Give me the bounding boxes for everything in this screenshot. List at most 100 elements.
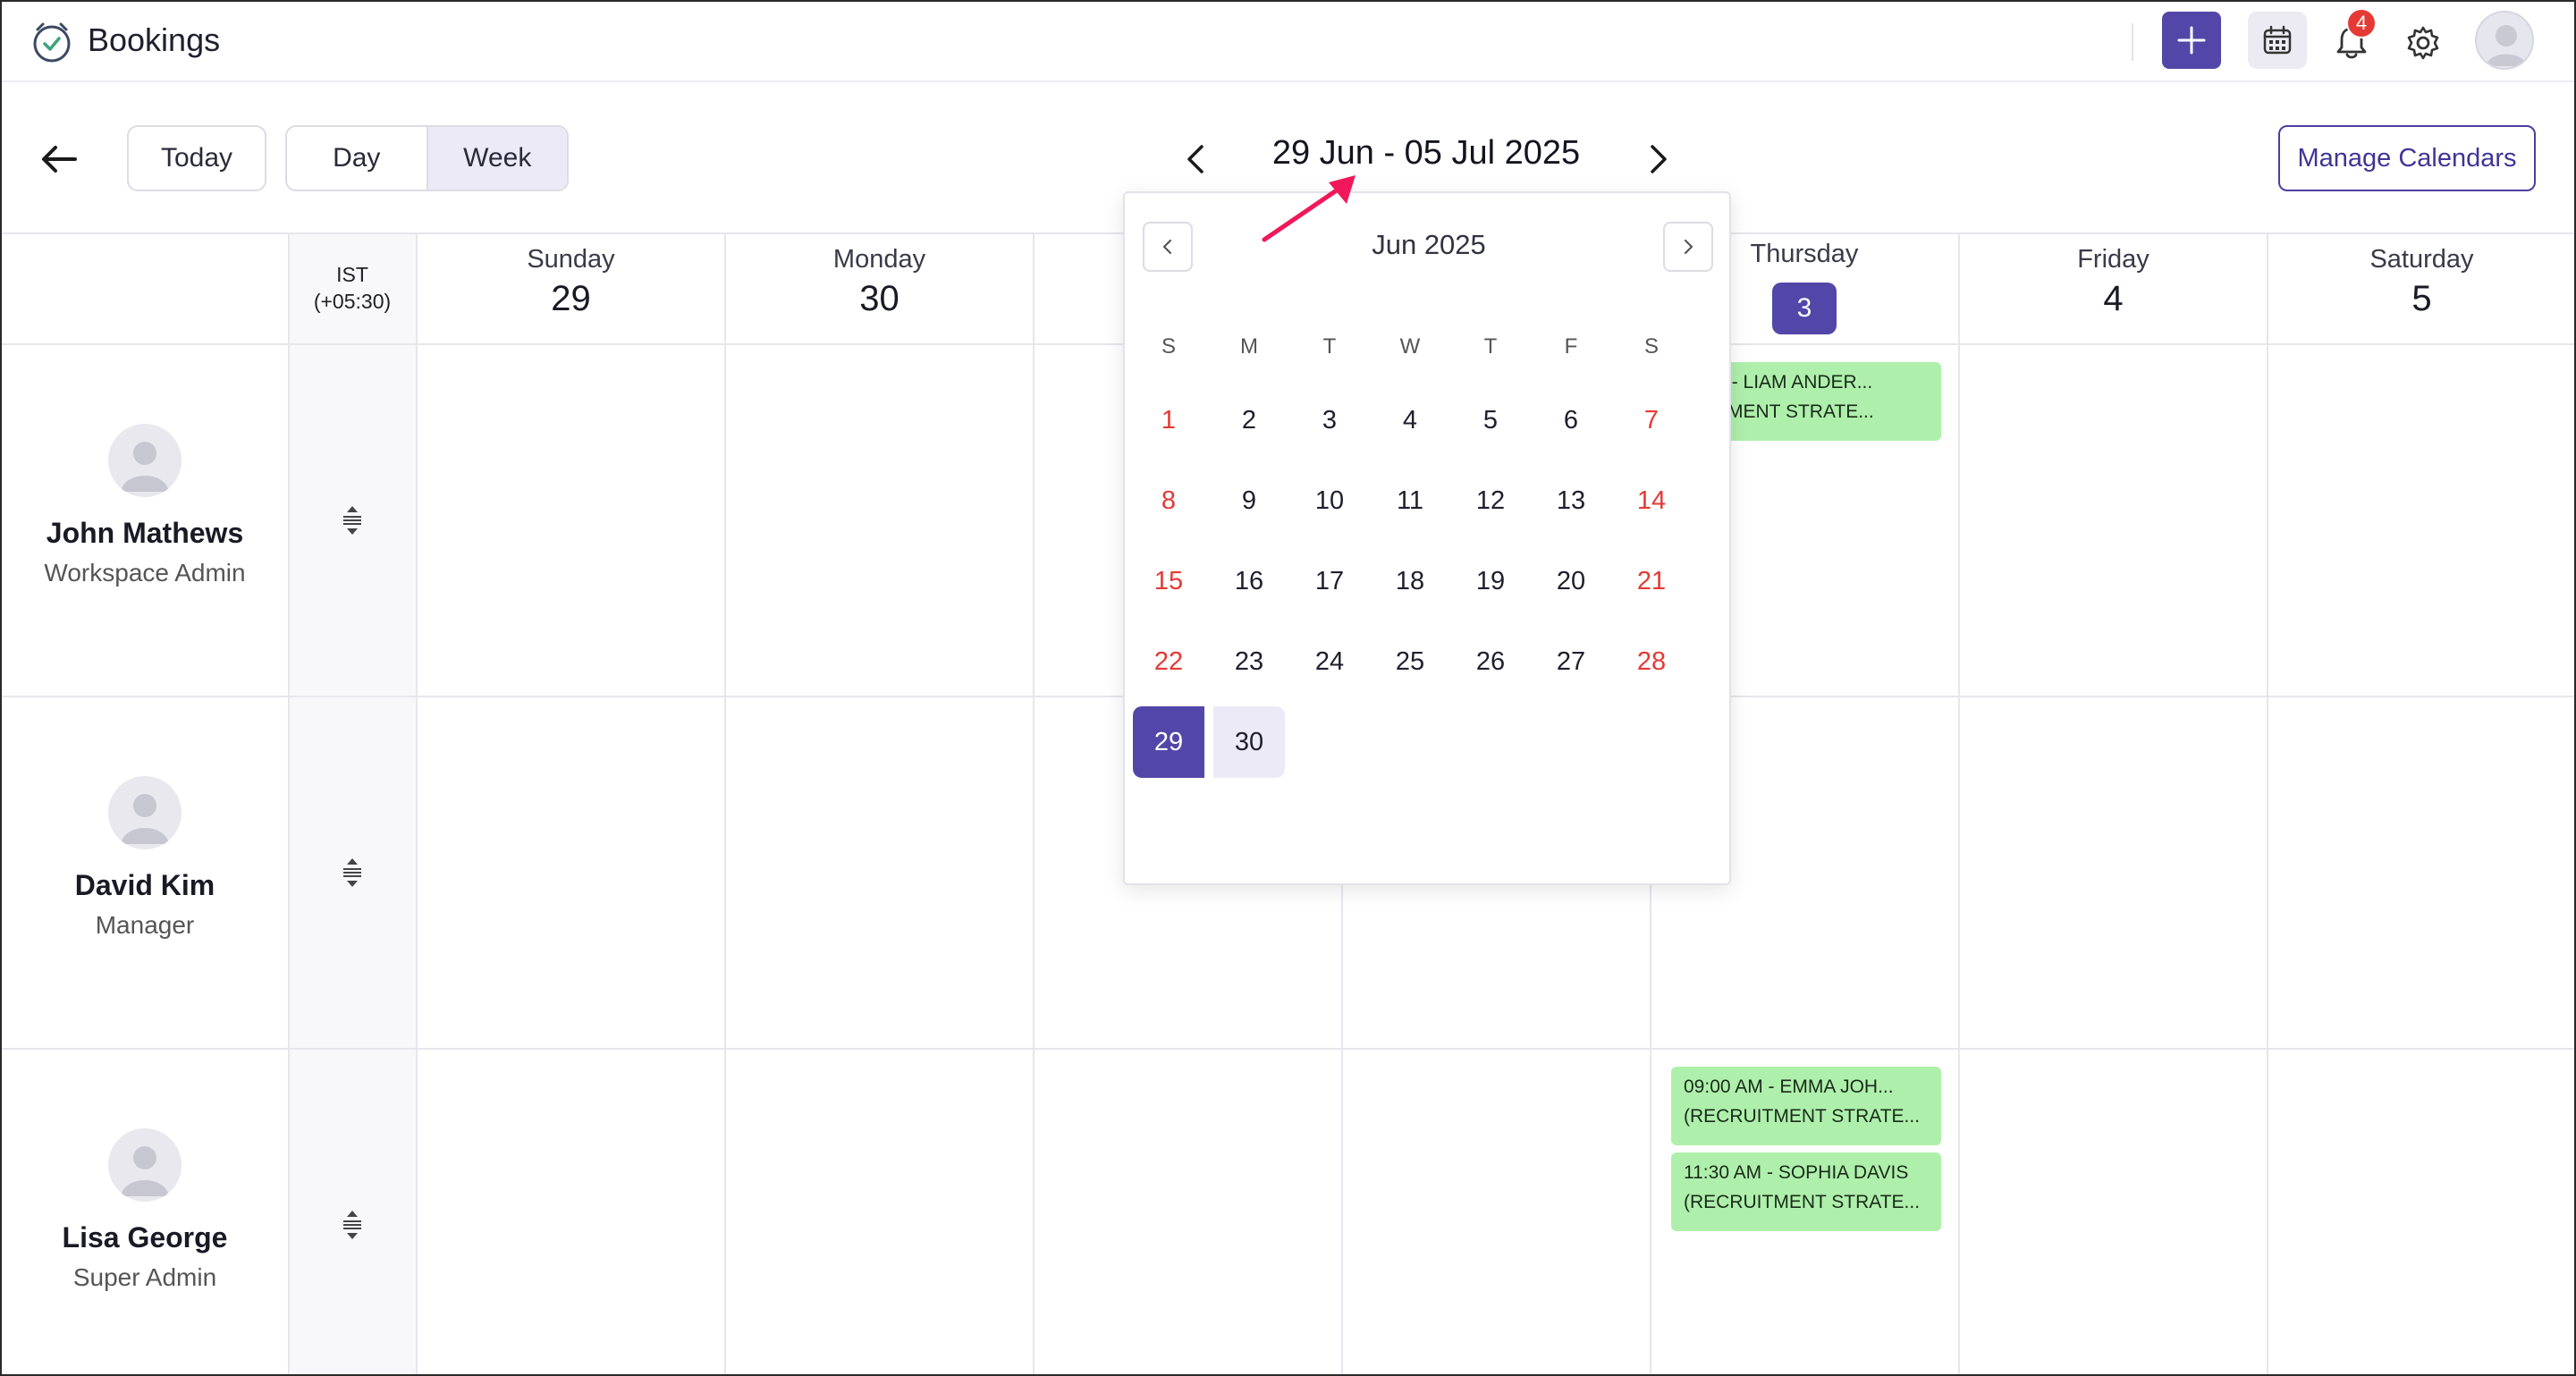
back-arrow-icon[interactable]	[36, 136, 82, 182]
calendar-day[interactable]: 29	[1133, 706, 1204, 778]
staff-name: Lisa George	[62, 1221, 228, 1254]
weekday-header: M	[1240, 334, 1258, 359]
day-number-saturday[interactable]: 5	[2268, 279, 2574, 319]
date-range-label[interactable]: 29 Jun - 05 Jul 2025	[1254, 134, 1599, 173]
staff-role: Super Admin	[72, 1263, 217, 1291]
timezone-name: IST	[336, 263, 368, 286]
staff-row-david: David Kim Manager	[2, 776, 288, 940]
calendar-day[interactable]: 24	[1294, 626, 1365, 697]
calendar-day[interactable]: 26	[1455, 626, 1526, 697]
timezone-offset: (+05:30)	[313, 290, 392, 313]
calendar-day[interactable]: 15	[1133, 545, 1204, 617]
top-bar: Bookings 4	[2, 2, 2574, 82]
day-header-monday: Monday	[832, 245, 926, 274]
today-button[interactable]: Today	[127, 125, 266, 191]
event-service: (RECRUITMENT STRATE...	[1684, 1192, 1921, 1212]
column-divider	[724, 232, 726, 1374]
weekday-header: S	[1643, 334, 1659, 359]
calendar-day[interactable]: 13	[1535, 465, 1607, 536]
calendar-day[interactable]: 18	[1374, 545, 1446, 617]
column-divider	[1033, 232, 1035, 1374]
add-booking-button[interactable]	[2162, 12, 2221, 69]
day-number-monday[interactable]: 30	[726, 279, 1033, 319]
gear-icon	[2407, 26, 2439, 60]
user-icon	[121, 1146, 169, 1196]
calendar-day[interactable]: 28	[1616, 626, 1687, 697]
staff-row-lisa: Lisa George Super Admin	[2, 1128, 288, 1292]
day-header-sunday: Sunday	[527, 245, 615, 274]
calendar-day[interactable]: 22	[1133, 626, 1204, 697]
plus-icon	[2177, 26, 2206, 55]
calendar-day[interactable]: 30	[1213, 706, 1285, 778]
calendar-day[interactable]: 23	[1213, 626, 1285, 697]
annotation-arrow-icon	[1262, 175, 1356, 242]
timezone-label: IST (+05:30)	[288, 261, 417, 315]
expand-row-icon[interactable]	[334, 502, 370, 538]
day-number-sunday[interactable]: 29	[418, 279, 724, 319]
calendar-day[interactable]: 6	[1535, 384, 1607, 456]
weekday-header: F	[1564, 334, 1578, 359]
staff-name: John Mathews	[46, 517, 244, 549]
month-label: Jun 2025	[1372, 229, 1486, 260]
weekday-header: T	[1322, 334, 1337, 359]
chevron-right-icon	[1684, 239, 1693, 255]
notification-badge: 4	[2346, 8, 2377, 38]
header-divider	[2132, 23, 2133, 61]
calendar-day[interactable]: 7	[1616, 384, 1687, 456]
calendar-day[interactable]: 14	[1616, 465, 1687, 536]
calendar-day[interactable]: 8	[1133, 465, 1204, 536]
weekday-header: S	[1161, 334, 1176, 359]
calendar-day[interactable]: 17	[1294, 545, 1365, 617]
calendar-day[interactable]: 20	[1535, 545, 1607, 617]
staff-role: Workspace Admin	[44, 559, 246, 587]
view-switcher: Day Week	[285, 125, 569, 191]
timezone-column	[288, 234, 417, 1374]
expand-row-icon[interactable]	[334, 1207, 370, 1243]
day-number-thursday-today[interactable]: 3	[1772, 283, 1837, 334]
calendar-day[interactable]: 2	[1213, 384, 1285, 456]
date-picker-popup: Jun 2025 SMTWTFS 1 2 3 4 5 6 7 8 9 10 11 12 13 14 15 16…	[1123, 191, 1731, 885]
column-divider	[2267, 232, 2268, 1374]
day-view-tab[interactable]: Day	[287, 127, 428, 190]
calendar-day[interactable]: 5	[1455, 384, 1526, 456]
calendar-day[interactable]: 4	[1374, 384, 1446, 456]
column-divider	[288, 232, 290, 1374]
manage-calendars-button[interactable]: Manage Calendars	[2278, 125, 2536, 191]
next-week-chevron-icon[interactable]	[1640, 139, 1676, 179]
booking-event[interactable]: 09:00 AM - EMMA JOH... (RECRUITMENT STRA…	[1671, 1067, 1941, 1145]
next-month-button[interactable]	[1663, 222, 1713, 272]
staff-role: Manager	[95, 911, 195, 939]
settings-button[interactable]	[2398, 18, 2448, 68]
day-number-friday[interactable]: 4	[1960, 279, 2267, 319]
weekday-header: W	[1399, 334, 1421, 359]
calendar-day[interactable]: 1	[1133, 384, 1204, 456]
avatar	[108, 776, 182, 849]
row-divider	[2, 1048, 2574, 1050]
calendar-day[interactable]: 9	[1213, 465, 1285, 536]
avatar	[108, 1128, 182, 1202]
calendar-day[interactable]: 25	[1374, 626, 1446, 697]
calendar-day[interactable]: 16	[1213, 545, 1285, 617]
weekday-header: T	[1483, 334, 1498, 359]
day-header-saturday: Saturday	[2369, 245, 2474, 274]
week-view-tab[interactable]: Week	[427, 127, 567, 190]
calendar-view-button[interactable]	[2248, 12, 2307, 69]
calendar-day[interactable]: 10	[1294, 465, 1365, 536]
user-avatar[interactable]	[2475, 11, 2534, 70]
calendar-day[interactable]: 11	[1374, 465, 1446, 536]
event-time-title: 11:30 AM - SOPHIA DAVIS	[1684, 1162, 1909, 1183]
column-divider	[1958, 232, 1960, 1374]
calendar-day[interactable]: 3	[1294, 384, 1365, 456]
calendar-icon	[2263, 25, 2292, 55]
app-window: Bookings 4 Today Day Week 29 Jun - 05 Ju…	[0, 0, 2576, 1376]
previous-week-chevron-icon[interactable]	[1178, 139, 1214, 179]
bookings-logo-icon	[33, 22, 71, 63]
calendar-day[interactable]: 19	[1455, 545, 1526, 617]
calendar-day[interactable]: 27	[1535, 626, 1607, 697]
calendar-day[interactable]: 21	[1616, 545, 1687, 617]
calendar-day[interactable]: 12	[1455, 465, 1526, 536]
booking-event[interactable]: 11:30 AM - SOPHIA DAVIS (RECRUITMENT STR…	[1671, 1152, 1941, 1231]
app-title: Bookings	[88, 21, 221, 58]
expand-row-icon[interactable]	[334, 855, 370, 891]
user-icon	[2486, 25, 2527, 66]
